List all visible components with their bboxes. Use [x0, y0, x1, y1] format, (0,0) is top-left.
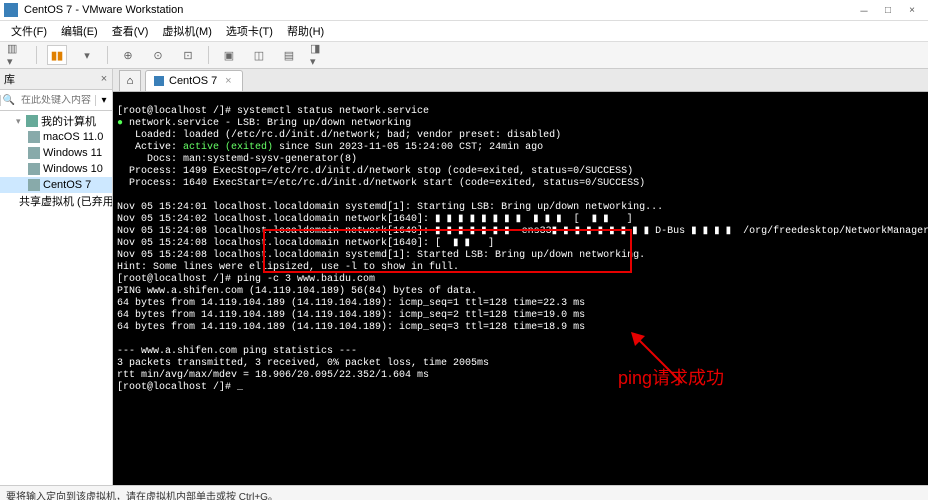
status-bar: 要将输入定向到该虚拟机，请在虚拟机内部单击或按 Ctrl+G。	[0, 485, 928, 500]
menu-edit[interactable]: 编辑(E)	[54, 23, 105, 39]
title-bar: CentOS 7 - VMware Workstation － □ ×	[0, 0, 928, 21]
tree-root[interactable]: ▾我的计算机	[0, 113, 112, 129]
toolbar: ▥ ▾ ▮▮ ▾ ⊕ ⊙ ⊡ ▣ ◫ ▤ ◨ ▾	[0, 42, 928, 69]
tree-item-win10[interactable]: Windows 10	[0, 161, 112, 177]
search-dropdown-icon[interactable]: ▾	[95, 95, 112, 106]
stretch-icon[interactable]: ◨ ▾	[309, 45, 329, 65]
vm-icon	[154, 76, 164, 86]
sidebar-header: 库 ×	[0, 69, 112, 90]
vm-icon	[28, 179, 40, 191]
menu-bar: 文件(F) 编辑(E) 查看(V) 虚拟机(M) 选项卡(T) 帮助(H)	[0, 21, 928, 42]
tree-item-macos[interactable]: macOS 11.0	[0, 129, 112, 145]
vm-icon	[28, 163, 40, 175]
tab-bar: ⌂ CentOS 7 ×	[113, 69, 928, 92]
tab-close-icon[interactable]: ×	[222, 75, 234, 87]
send-cad-icon[interactable]: ⊕	[118, 45, 138, 65]
tree-item-win11[interactable]: Windows 11	[0, 145, 112, 161]
sidebar-search: 🔍 ▾	[0, 90, 112, 111]
search-icon[interactable]: 🔍	[0, 95, 17, 106]
app-icon	[4, 3, 18, 17]
status-text: 要将输入定向到该虚拟机，请在虚拟机内部单击或按 Ctrl+G。	[6, 488, 278, 500]
sidebar: 库 × 🔍 ▾ ▾我的计算机 macOS 11.0 Windows 11 Win…	[0, 69, 113, 485]
search-input[interactable]	[17, 95, 95, 106]
power-pause-icon[interactable]: ▮▮	[47, 45, 67, 65]
snapshot-mgr-icon[interactable]: ⊡	[178, 45, 198, 65]
separator	[208, 46, 209, 64]
terminal[interactable]: [root@localhost /]# systemctl status net…	[113, 92, 928, 485]
menu-tabs[interactable]: 选项卡(T)	[219, 23, 280, 39]
tree-shared[interactable]: 共享虚拟机 (已弃用)	[0, 193, 112, 209]
menu-file[interactable]: 文件(F)	[4, 23, 54, 39]
separator	[36, 46, 37, 64]
menu-help[interactable]: 帮助(H)	[280, 23, 331, 39]
tab-label: CentOS 7	[169, 75, 217, 87]
unity-icon[interactable]: ◫	[249, 45, 269, 65]
window-title: CentOS 7 - VMware Workstation	[24, 4, 852, 16]
annotation-arrow	[579, 316, 639, 376]
vm-icon	[28, 147, 40, 159]
maximize-button[interactable]: □	[876, 2, 900, 18]
main-area: ⌂ CentOS 7 × [root@localhost /]# systemc…	[113, 69, 928, 485]
annotation-box	[263, 229, 632, 273]
annotation-text: ping请求成功	[618, 372, 724, 384]
tab-centos7[interactable]: CentOS 7 ×	[145, 70, 243, 91]
sidebar-close-icon[interactable]: ×	[96, 73, 112, 85]
vm-tree: ▾我的计算机 macOS 11.0 Windows 11 Windows 10 …	[0, 111, 112, 485]
console-icon[interactable]: ▤	[279, 45, 299, 65]
power-dropdown-icon[interactable]: ▾	[77, 45, 97, 65]
library-toggle-icon[interactable]: ▥ ▾	[6, 45, 26, 65]
tree-item-centos7[interactable]: CentOS 7	[0, 177, 112, 193]
sidebar-title: 库	[0, 71, 96, 87]
vm-icon	[28, 131, 40, 143]
computer-icon	[26, 115, 38, 127]
snapshot-icon[interactable]: ⊙	[148, 45, 168, 65]
close-button[interactable]: ×	[900, 2, 924, 18]
fullscreen-icon[interactable]: ▣	[219, 45, 239, 65]
separator	[107, 46, 108, 64]
minimize-button[interactable]: －	[852, 2, 876, 18]
menu-view[interactable]: 查看(V)	[105, 23, 156, 39]
home-tab[interactable]: ⌂	[119, 70, 141, 91]
menu-vm[interactable]: 虚拟机(M)	[155, 23, 219, 39]
